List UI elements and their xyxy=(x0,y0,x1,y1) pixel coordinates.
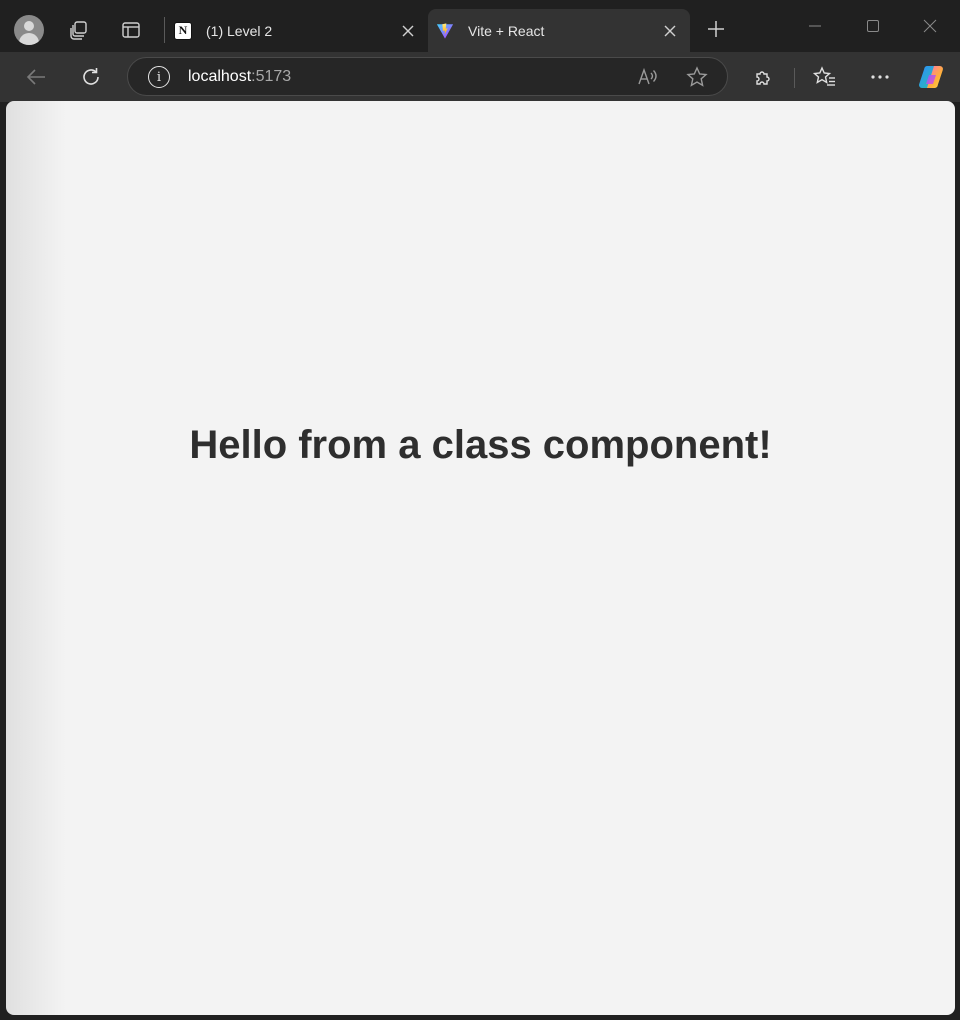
tab-title: (1) Level 2 xyxy=(206,22,273,39)
more-menu-icon[interactable] xyxy=(864,61,896,93)
tab-level-2[interactable]: N (1) Level 2 xyxy=(166,9,428,52)
url-host: localhost xyxy=(188,68,252,85)
minimize-button[interactable] xyxy=(795,10,835,42)
close-icon[interactable] xyxy=(660,21,680,41)
page-heading: Hello from a class component! xyxy=(189,423,772,467)
tab-vite-react[interactable]: Vite + React xyxy=(428,9,690,52)
toolbar-separator xyxy=(794,68,795,88)
new-tab-button[interactable] xyxy=(700,13,732,45)
extensions-icon[interactable] xyxy=(748,61,780,93)
vite-icon xyxy=(436,22,454,40)
site-info-icon[interactable]: i xyxy=(148,66,170,88)
close-icon[interactable] xyxy=(398,21,418,41)
tab-title: Vite + React xyxy=(468,22,545,39)
profile-avatar[interactable] xyxy=(14,15,44,45)
workspaces-icon[interactable] xyxy=(62,13,96,47)
url-port: :5173 xyxy=(251,68,292,85)
page-viewport: Hello from a class component! xyxy=(6,101,955,1015)
read-aloud-icon[interactable] xyxy=(634,63,662,91)
favorites-icon[interactable] xyxy=(809,61,841,93)
notion-icon: N xyxy=(174,21,192,40)
vertical-tabs-icon[interactable] xyxy=(114,13,148,47)
refresh-button[interactable] xyxy=(75,61,107,93)
tab-separator xyxy=(164,17,165,43)
url-text[interactable]: localhost:5173 xyxy=(188,68,291,86)
back-button[interactable] xyxy=(20,61,52,93)
maximize-button[interactable] xyxy=(853,10,893,42)
address-bar[interactable]: i localhost:5173 xyxy=(127,57,728,96)
copilot-icon[interactable] xyxy=(916,61,948,93)
close-window-button[interactable] xyxy=(910,10,950,42)
title-bar: N (1) Level 2 Vite + React xyxy=(0,0,960,52)
favorite-star-icon[interactable] xyxy=(683,63,711,91)
navigation-toolbar: i localhost:5173 xyxy=(0,52,960,102)
